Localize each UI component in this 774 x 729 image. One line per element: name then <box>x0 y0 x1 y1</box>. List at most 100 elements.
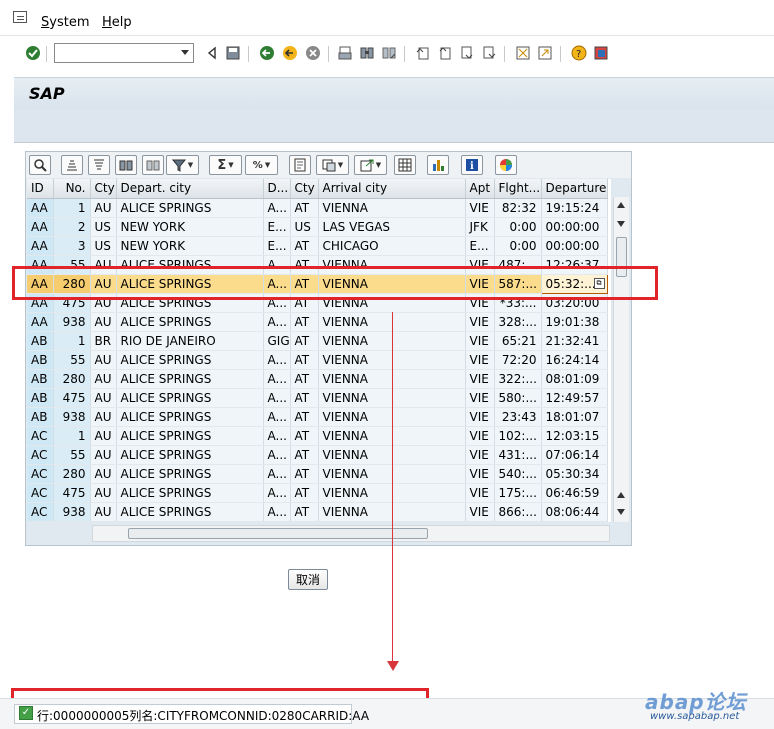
table-cell[interactable]: AT <box>290 445 319 465</box>
table-cell[interactable]: 3 <box>53 236 91 256</box>
table-cell[interactable]: 00:00:00 <box>541 236 608 256</box>
find-icon[interactable] <box>115 155 137 175</box>
table-cell[interactable]: AT <box>290 236 319 256</box>
table-cell[interactable]: ALICE SPRINGS <box>116 369 264 389</box>
table-cell[interactable]: AC <box>27 426 54 446</box>
scroll-thumb[interactable] <box>128 528 428 539</box>
table-cell[interactable]: 16:24:14 <box>541 350 608 370</box>
chevron-down-icon[interactable] <box>181 50 189 55</box>
table-row[interactable]: AA 2 US NEW YORK E... US LAS VEGAS JFK 0:00 00:00… <box>27 217 608 237</box>
table-cell[interactable]: AU <box>90 198 117 218</box>
subtotal-dropdown-button[interactable]: % ▼ <box>245 155 278 175</box>
table-cell[interactable]: AT <box>290 331 319 351</box>
table-cell[interactable]: AC <box>27 445 54 465</box>
export-dropdown-button[interactable]: ▼ <box>354 155 387 175</box>
vertical-scrollbar[interactable] <box>613 197 629 522</box>
table-cell[interactable]: 938 <box>53 312 91 332</box>
table-cell[interactable]: 175:... <box>494 483 542 503</box>
table-cell[interactable]: 322:... <box>494 369 542 389</box>
table-cell[interactable]: ALICE SPRINGS <box>116 483 264 503</box>
scroll-up-icon[interactable] <box>617 202 625 208</box>
scroll-down-icon[interactable] <box>617 509 625 515</box>
table-cell[interactable]: 1 <box>53 198 91 218</box>
table-cell[interactable]: A... <box>263 312 291 332</box>
table-cell[interactable]: VIENNA <box>318 198 466 218</box>
table-cell[interactable]: AT <box>290 350 319 370</box>
table-row[interactable]: AB 1 BR RIO DE JANEIRO GIG AT VIENNA VIE 65:21 21… <box>27 331 608 351</box>
first-page-icon[interactable] <box>414 44 432 62</box>
table-cell[interactable]: AU <box>90 369 117 389</box>
table-cell[interactable]: 431:... <box>494 445 542 465</box>
table-cell[interactable]: AU <box>90 350 117 370</box>
table-cell[interactable]: ALICE SPRINGS <box>116 426 264 446</box>
table-cell[interactable]: VIE <box>465 407 495 427</box>
table-cell[interactable]: 0:00 <box>494 236 542 256</box>
table-cell[interactable]: 18:01:07 <box>541 407 608 427</box>
table-cell[interactable]: VIE <box>465 388 495 408</box>
save-icon[interactable] <box>224 44 242 62</box>
table-row[interactable]: AB 475 AU ALICE SPRINGS A... AT VIENNA VIE 580:.… <box>27 388 608 408</box>
table-cell[interactable]: AU <box>90 426 117 446</box>
table-cell[interactable]: ALICE SPRINGS <box>116 464 264 484</box>
table-cell[interactable]: 2 <box>53 217 91 237</box>
sort-ascending-icon[interactable] <box>61 155 83 175</box>
table-cell[interactable]: AT <box>290 369 319 389</box>
details-icon[interactable] <box>29 155 51 175</box>
table-cell[interactable]: AB <box>27 388 54 408</box>
command-field[interactable] <box>54 43 194 63</box>
table-cell[interactable]: VIE <box>465 198 495 218</box>
table-cell[interactable]: US <box>290 217 319 237</box>
table-cell[interactable]: AU <box>90 445 117 465</box>
column-header[interactable]: Cty <box>90 179 117 199</box>
cancel-icon[interactable] <box>304 44 322 62</box>
table-cell[interactable]: 07:06:14 <box>541 445 608 465</box>
table-cell[interactable]: JFK <box>465 217 495 237</box>
table-cell[interactable]: AT <box>290 388 319 408</box>
table-cell[interactable]: BR <box>90 331 117 351</box>
table-cell[interactable]: AA <box>27 236 54 256</box>
table-cell[interactable]: AU <box>90 388 117 408</box>
enter-check-icon[interactable] <box>24 44 42 62</box>
print-icon[interactable] <box>336 44 354 62</box>
table-cell[interactable]: AT <box>290 426 319 446</box>
column-header[interactable]: Apt <box>465 179 495 199</box>
scroll-up-icon[interactable] <box>617 492 625 498</box>
window-menu-icon[interactable] <box>13 11 27 23</box>
table-cell[interactable]: GIG <box>263 331 291 351</box>
table-row[interactable]: AC 475 AU ALICE SPRINGS A... AT VIENNA VIE 175:.… <box>27 483 608 503</box>
help-icon[interactable]: ? <box>570 44 588 62</box>
scroll-down-icon[interactable] <box>617 221 625 227</box>
column-header[interactable]: Arrival city <box>318 179 466 199</box>
table-cell[interactable]: 280 <box>53 464 91 484</box>
table-cell[interactable]: AT <box>290 198 319 218</box>
table-cell[interactable]: E... <box>263 217 291 237</box>
table-cell[interactable]: 328:... <box>494 312 542 332</box>
table-cell[interactable]: VIE <box>465 464 495 484</box>
table-cell[interactable]: AC <box>27 483 54 503</box>
table-cell[interactable]: AU <box>90 407 117 427</box>
table-cell[interactable]: VIE <box>465 369 495 389</box>
table-cell[interactable]: NEW YORK <box>116 217 264 237</box>
table-cell[interactable]: VIE <box>465 331 495 351</box>
views-dropdown-button[interactable]: ▼ <box>316 155 349 175</box>
table-cell[interactable]: ALICE SPRINGS <box>116 445 264 465</box>
last-page-icon[interactable] <box>480 44 498 62</box>
table-cell[interactable]: ALICE SPRINGS <box>116 388 264 408</box>
previous-page-icon[interactable] <box>436 44 454 62</box>
table-cell[interactable]: 65:21 <box>494 331 542 351</box>
table-cell[interactable]: AA <box>27 312 54 332</box>
print-preview-icon[interactable] <box>289 155 311 175</box>
table-cell[interactable]: 1 <box>53 426 91 446</box>
create-session-icon[interactable] <box>514 44 532 62</box>
menu-help[interactable]: Help <box>102 15 132 30</box>
table-cell[interactable]: 21:32:41 <box>541 331 608 351</box>
table-row[interactable]: AB 280 AU ALICE SPRINGS A... AT VIENNA VIE 322:.… <box>27 369 608 389</box>
table-cell[interactable]: A... <box>263 502 291 522</box>
table-cell[interactable]: 102:... <box>494 426 542 446</box>
table-cell[interactable]: VIE <box>465 426 495 446</box>
table-cell[interactable]: VIE <box>465 312 495 332</box>
table-row[interactable]: AB 55 AU ALICE SPRINGS A... AT VIENNA VIE 72:20 1… <box>27 350 608 370</box>
find-icon[interactable] <box>358 44 376 62</box>
table-cell[interactable]: LAS VEGAS <box>318 217 466 237</box>
table-cell[interactable]: NEW YORK <box>116 236 264 256</box>
